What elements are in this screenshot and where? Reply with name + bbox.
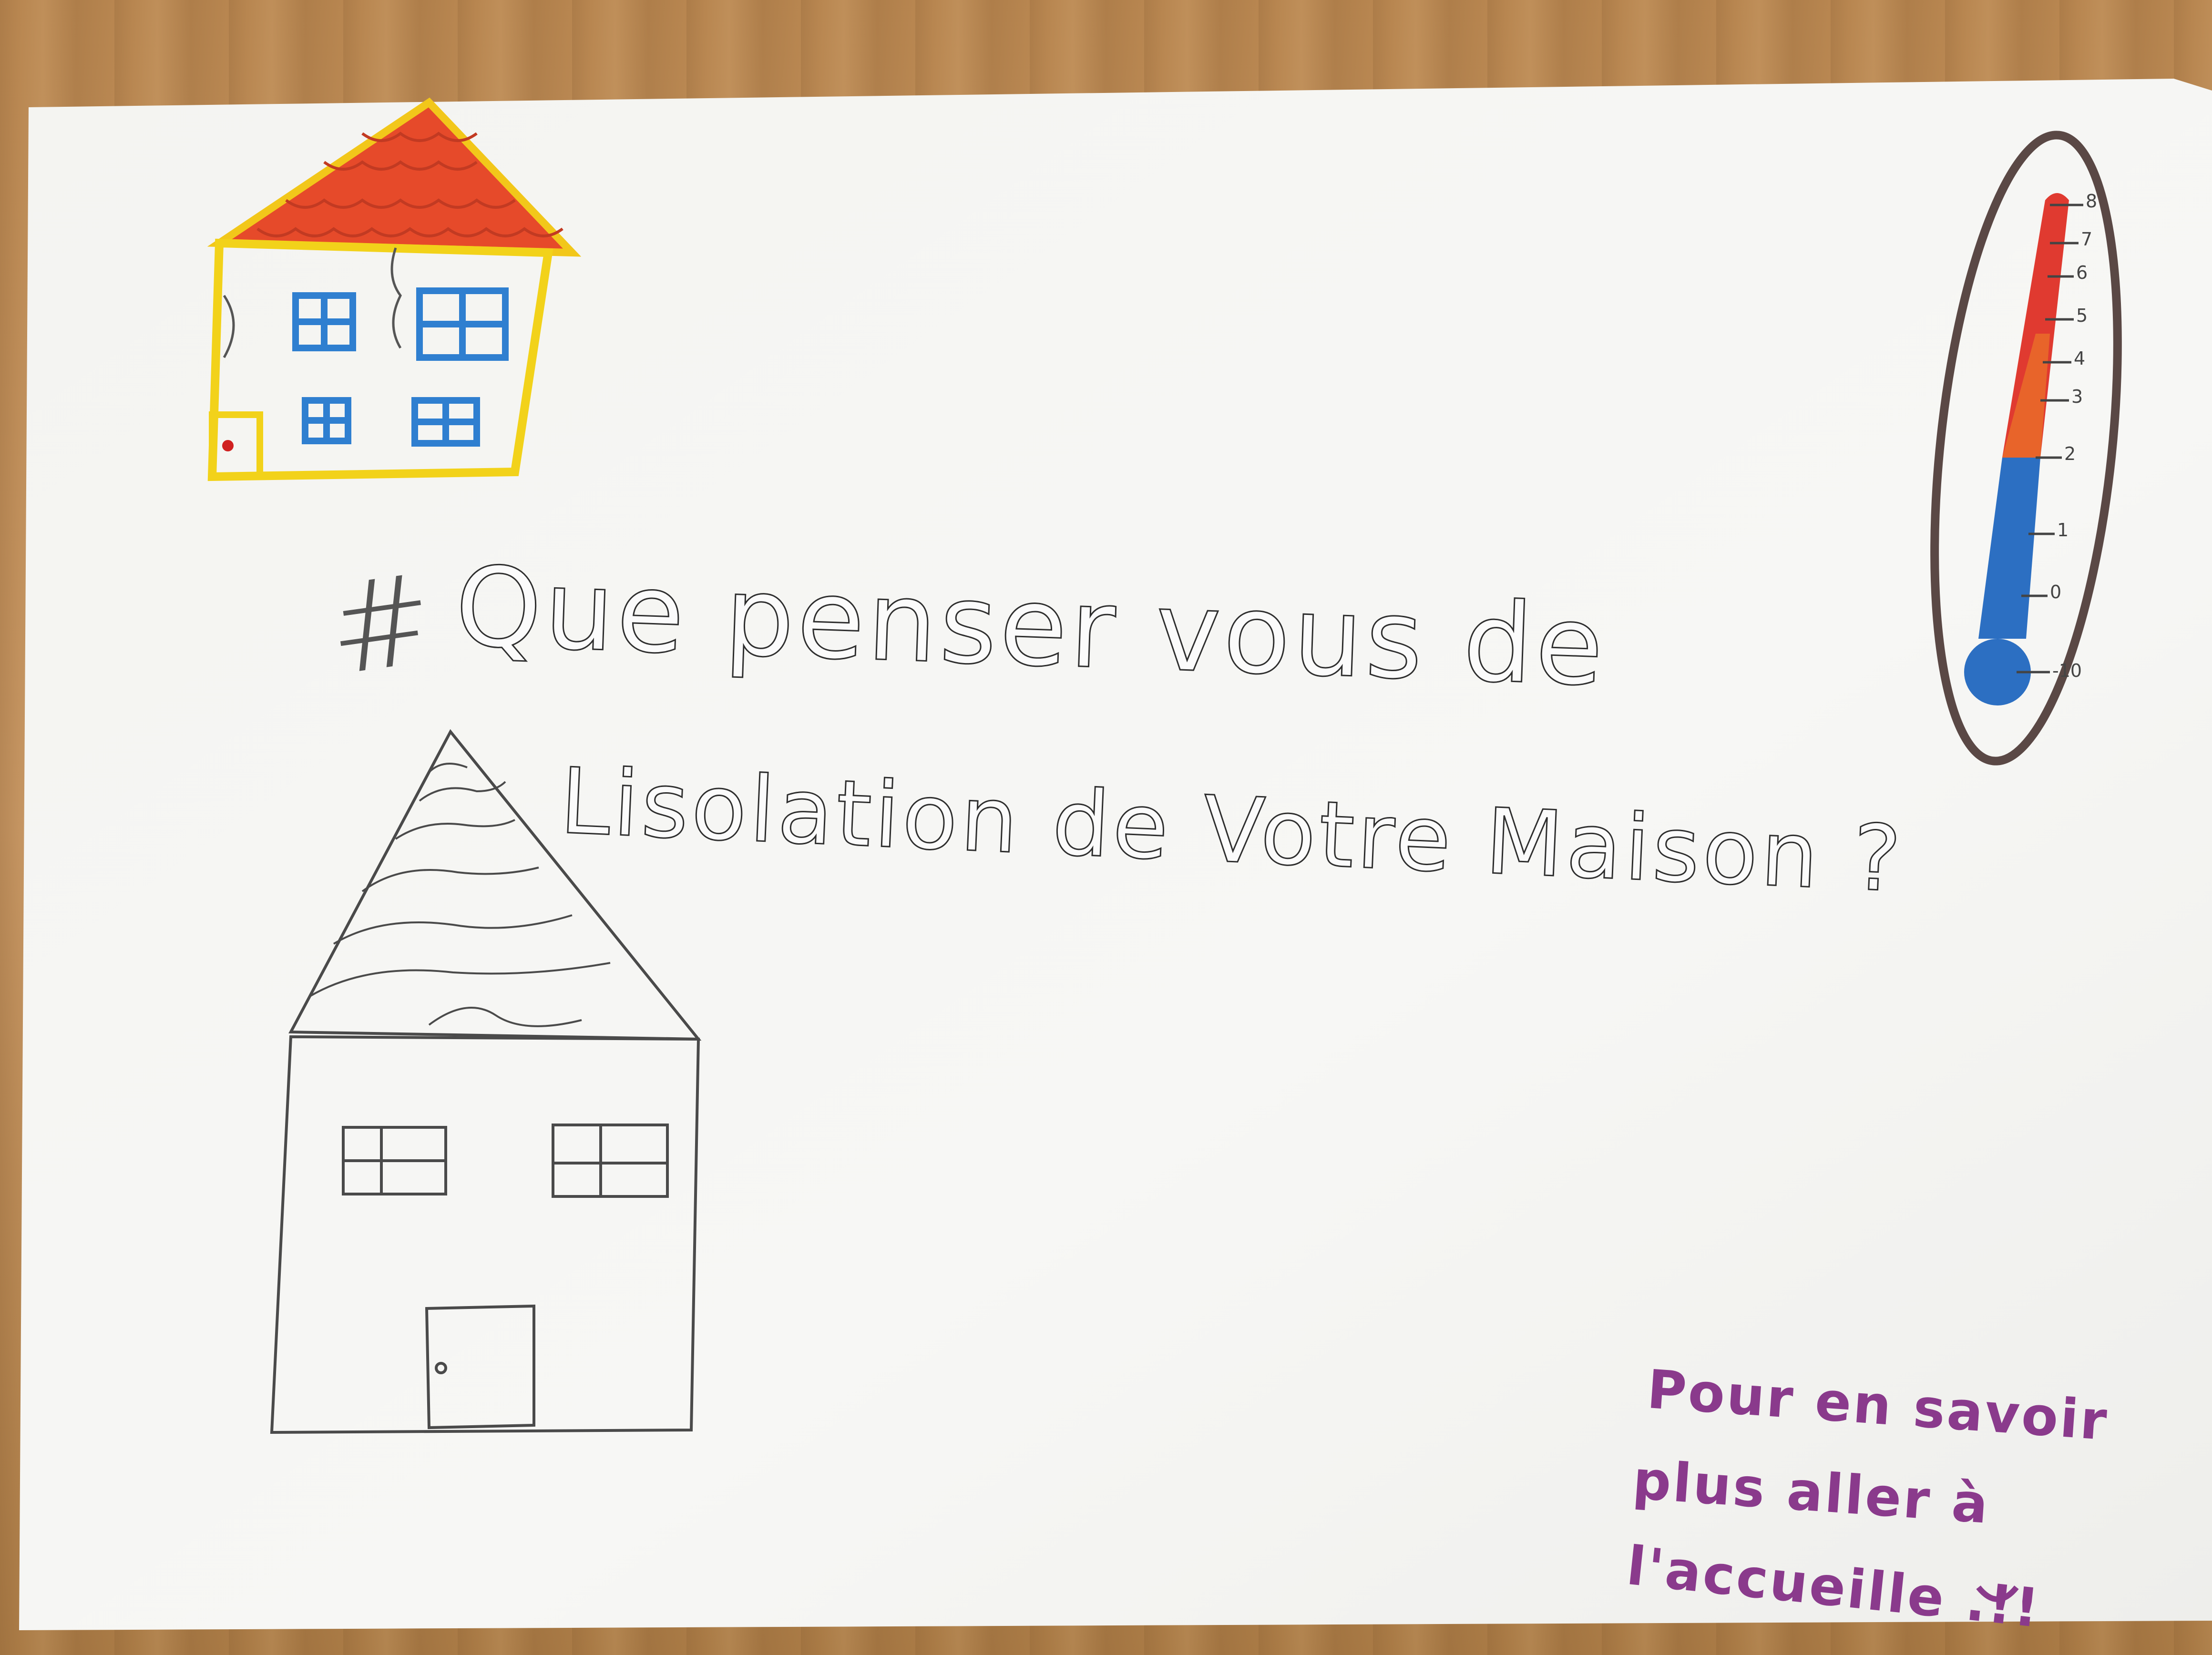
thermometer-tick-label: -10 (2052, 660, 2082, 681)
thermometer-tick-label: 5 (2076, 305, 2088, 326)
thermometer-tick-label: 7 (2081, 229, 2093, 250)
pencil-doorknob (435, 1362, 447, 1374)
paper-sheet: # Que penser vous de Lisolation de Votre… (0, 0, 2212, 1655)
thermometer-drawing (1930, 131, 2122, 766)
hash-symbol: # (319, 546, 445, 704)
thermometer-tick-label: 0 (2050, 582, 2062, 603)
thermometer-tick-label: 6 (2076, 262, 2088, 283)
colored-house (207, 97, 582, 481)
thermometer-tick-label: 3 (2071, 386, 2083, 407)
thermometer-tick-label: 4 (2074, 348, 2086, 369)
colored-house-roof (207, 97, 582, 257)
thermometer-blue-column (1978, 458, 2040, 639)
thermometer-tick-label: 2 (2064, 443, 2076, 464)
doorknob (222, 440, 234, 451)
pencil-house-wall (270, 1035, 700, 1434)
pencil-house-door (425, 1304, 535, 1430)
thermometer-tick-label: 8 (2086, 191, 2098, 212)
colored-house-door (209, 411, 263, 480)
thermometer-tick-label: 1 (2057, 520, 2069, 541)
pencil-window (552, 1124, 669, 1198)
